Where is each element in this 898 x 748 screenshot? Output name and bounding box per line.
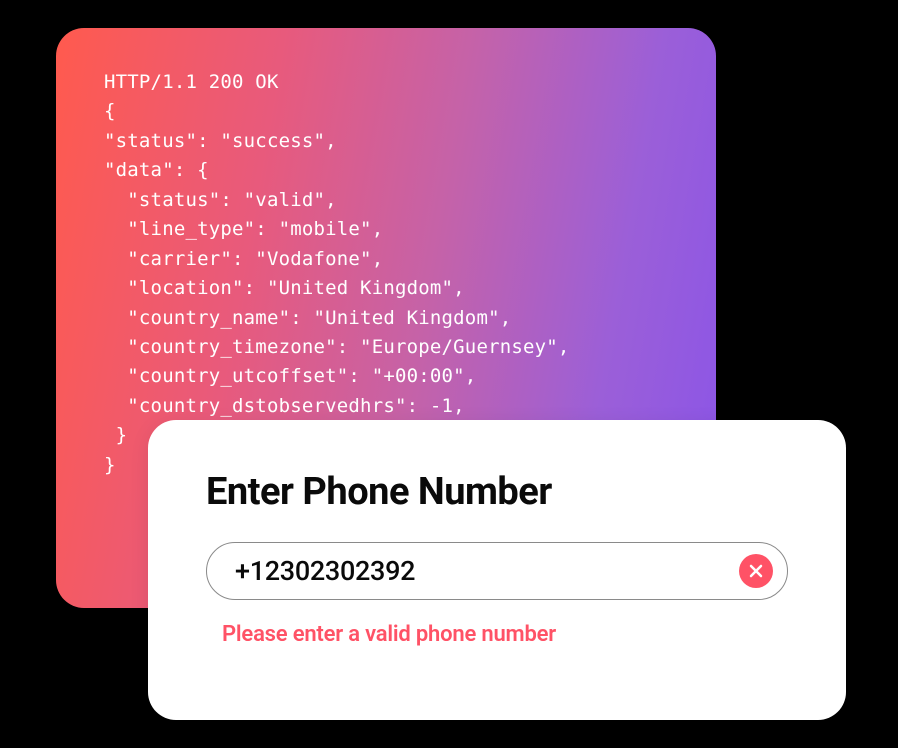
code-line: {: [104, 97, 668, 126]
code-line: "country_utcoffset": "+00:00",: [104, 362, 668, 391]
code-line: "country_dstobservedhrs": -1,: [104, 392, 668, 421]
phone-entry-card: Enter Phone Number Please enter a valid …: [148, 420, 846, 720]
phone-input-wrapper: [206, 542, 788, 600]
code-line: HTTP/1.1 200 OK: [104, 68, 668, 97]
phone-input[interactable]: [235, 555, 739, 587]
clear-button[interactable]: [739, 554, 773, 588]
code-line: "status": "valid",: [104, 186, 668, 215]
code-line: "status": "success",: [104, 127, 668, 156]
code-line: "country_name": "United Kingdom",: [104, 304, 668, 333]
form-title: Enter Phone Number: [206, 470, 788, 514]
code-line: "carrier": "Vodafone",: [104, 245, 668, 274]
code-line: "data": {: [104, 156, 668, 185]
error-message: Please enter a valid phone number: [206, 622, 788, 647]
code-line: "country_timezone": "Europe/Guernsey",: [104, 333, 668, 362]
close-icon: [748, 563, 764, 579]
code-line: "location": "United Kingdom",: [104, 274, 668, 303]
code-line: "line_type": "mobile",: [104, 215, 668, 244]
